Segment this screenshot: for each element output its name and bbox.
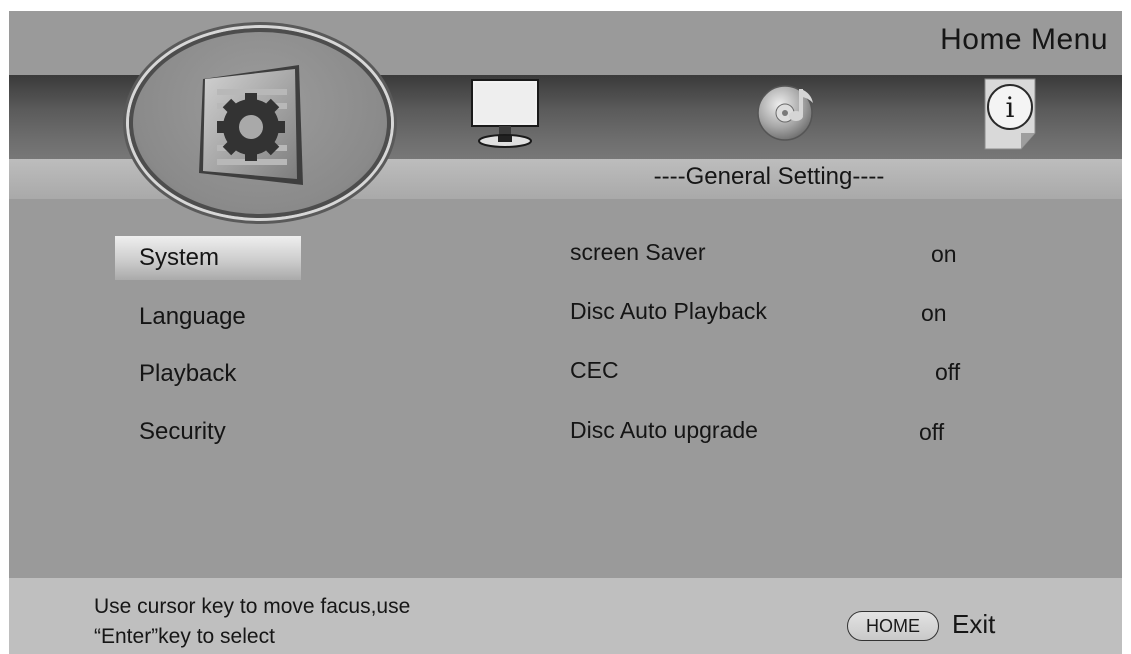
home-key-button[interactable]: HOME <box>847 611 939 641</box>
setting-value-cec[interactable]: off <box>935 359 960 386</box>
hint-line-1: Use cursor key to move facus,use <box>94 595 411 618</box>
gear-settings-icon[interactable] <box>195 61 307 189</box>
menu-item-playback[interactable]: Playback <box>115 352 301 396</box>
exit-label: Exit <box>952 609 996 639</box>
setting-label-disc-auto-playback[interactable]: Disc Auto Playback <box>570 298 767 325</box>
home-menu-screen: Home Menu ----General Setting---- i Syst… <box>9 11 1122 654</box>
menu-item-security[interactable]: Security <box>115 410 301 454</box>
setting-label-screen-saver[interactable]: screen Saver <box>570 239 706 266</box>
setting-value-screen-saver[interactable]: on <box>931 241 957 268</box>
setting-value-disc-auto-upgrade[interactable]: off <box>919 419 944 446</box>
home-menu-title: Home Menu <box>940 23 1108 56</box>
setting-label-disc-auto-upgrade[interactable]: Disc Auto upgrade <box>570 417 758 444</box>
menu-item-system[interactable]: System <box>115 236 301 280</box>
info-glyph: i <box>1006 91 1015 124</box>
monitor-display-icon[interactable] <box>471 79 539 149</box>
disc-music-icon[interactable] <box>757 81 819 143</box>
info-icon[interactable]: i <box>979 75 1041 153</box>
hint-line-2: “Enter”key to select <box>94 625 275 648</box>
section-title: ----General Setting---- <box>653 163 885 190</box>
menu-item-language[interactable]: Language <box>115 295 301 339</box>
setting-label-cec[interactable]: CEC <box>570 357 619 384</box>
setting-value-disc-auto-playback[interactable]: on <box>921 300 947 327</box>
